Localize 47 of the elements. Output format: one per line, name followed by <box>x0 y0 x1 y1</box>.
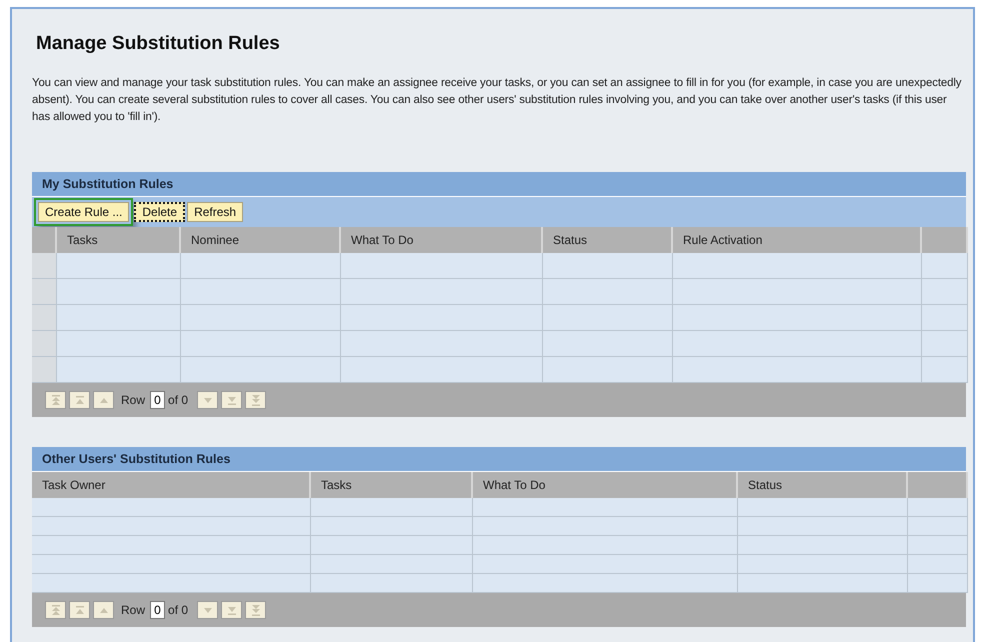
row-total: of 0 <box>168 393 188 407</box>
row-selector[interactable] <box>32 357 57 383</box>
arrow-down-icon <box>226 394 238 406</box>
table-cell <box>922 331 968 357</box>
row-total: of 0 <box>168 603 188 617</box>
toolbar-button[interactable]: Create Rule ... <box>38 202 130 222</box>
column-header: Status <box>543 227 673 253</box>
row-input[interactable]: 0 <box>150 391 166 409</box>
table-cell <box>908 574 968 593</box>
table-cell <box>908 536 968 555</box>
column-header: Nominee <box>181 227 341 253</box>
table-cell <box>908 517 968 536</box>
row-selector[interactable] <box>32 305 57 331</box>
section-header: Other Users' Substitution Rules <box>32 447 966 472</box>
arrow-down-icon <box>226 604 238 616</box>
column-header: What To Do <box>473 472 738 498</box>
column-header: Tasks <box>311 472 473 498</box>
row-selector[interactable] <box>32 253 57 279</box>
column-header <box>922 227 968 253</box>
table-cell <box>922 253 968 279</box>
table-cell <box>922 357 968 383</box>
column-header: What To Do <box>341 227 543 253</box>
arrow-down-icon <box>250 394 262 406</box>
row-label: Row <box>121 603 146 617</box>
row-input[interactable]: 0 <box>150 601 166 619</box>
column-header: Rule Activation <box>673 227 922 253</box>
column-header: Task Owner <box>32 472 311 498</box>
section-header: My Substitution Rules <box>32 172 966 197</box>
arrow-up-icon <box>74 604 86 616</box>
column-header: Status <box>738 472 908 498</box>
row-selector[interactable] <box>32 279 57 305</box>
table-cell <box>908 555 968 574</box>
table-cell <box>922 279 968 305</box>
description-text: You can view and manage your task substitution rules. You can make an assignee receive your tasks, or you can set an assignee to fill in for you (for example, in case you are unexpectedly absent). You can create several substitution rules to cover all cases. You can also see other users' substitution rules involving you, and you can take over another user's tasks (if this user has allowed you to 'fill in'). <box>32 76 962 125</box>
arrow-down-icon <box>250 604 262 616</box>
arrow-up-icon <box>74 394 86 406</box>
column-header <box>908 472 968 498</box>
table-cell <box>922 305 968 331</box>
arrow-up-icon <box>50 394 62 406</box>
table-cell <box>908 498 968 517</box>
row-selector[interactable] <box>32 331 57 357</box>
page-title: Manage Substitution Rules <box>35 32 281 55</box>
arrow-up-icon <box>50 604 62 616</box>
column-header: Tasks <box>57 227 181 253</box>
toolbar-button[interactable]: Refresh <box>187 202 244 222</box>
row-label: Row <box>121 393 146 407</box>
toolbar-button[interactable]: Delete <box>134 202 186 222</box>
